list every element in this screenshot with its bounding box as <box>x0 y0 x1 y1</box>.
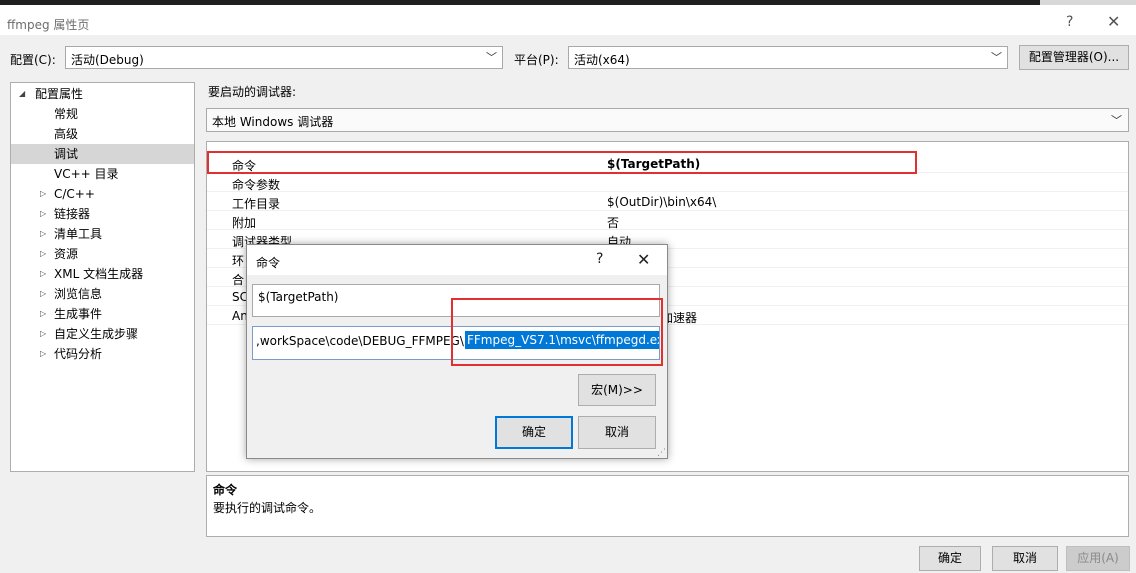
config-dropdown[interactable]: 活动(Debug) ﹀ <box>65 46 503 69</box>
tree-item-general[interactable]: 常规 <box>11 104 194 124</box>
expand-icon[interactable]: ▷ <box>40 184 46 204</box>
expand-icon[interactable]: ▷ <box>40 324 46 344</box>
highlight-box-command <box>207 151 917 174</box>
expand-icon[interactable]: ▷ <box>40 304 46 324</box>
tree-item-label: 常规 <box>54 107 79 121</box>
prop-row-command-args[interactable]: 命令参数 <box>207 173 1128 192</box>
chevron-down-icon: ﹀ <box>486 51 497 64</box>
expand-icon[interactable]: ▷ <box>40 224 46 244</box>
description-title: 命令 <box>213 483 238 497</box>
platform-dropdown[interactable]: 活动(x64) ﹀ <box>568 46 1008 69</box>
prop-name: 合 <box>232 273 245 287</box>
prop-value[interactable]: 否 <box>607 214 619 231</box>
tree-item-manifest[interactable]: ▷ 清单工具 <box>11 224 194 244</box>
tree-item-config-props[interactable]: ◢ 配置属性 <box>11 84 194 104</box>
debugger-label: 要启动的调试器: <box>208 85 297 99</box>
tree-item-label: XML 文档生成器 <box>54 267 144 281</box>
tree-item-advanced[interactable]: 高级 <box>11 124 194 144</box>
prop-name: 命令参数 <box>232 178 281 192</box>
tree-item-debugging[interactable]: 调试 <box>11 144 194 164</box>
prop-row-working-dir[interactable]: 工作目录 $(OutDir)\bin\x64\ <box>207 192 1128 211</box>
cancel-button[interactable]: 取消 <box>992 546 1058 571</box>
tree-item-label: 自定义生成步骤 <box>54 327 139 341</box>
chevron-down-icon: ﹀ <box>1111 114 1122 127</box>
tree-item-label: 高级 <box>54 127 79 141</box>
help-icon[interactable]: ? <box>1066 14 1073 30</box>
tree-item-vc-dirs[interactable]: VC++ 目录 <box>11 164 194 184</box>
window-title: ffmpeg 属性页 <box>7 18 90 32</box>
tree-item-label: 调试 <box>54 147 79 161</box>
tree-item-custom-build[interactable]: ▷ 自定义生成步骤 <box>11 324 194 344</box>
dialog-title-bar: 命令 ? ✕ <box>247 245 667 275</box>
tree-item-label: 链接器 <box>54 207 91 221</box>
dialog-cancel-button[interactable]: 取消 <box>578 416 656 449</box>
tree-item-linker[interactable]: ▷ 链接器 <box>11 204 194 224</box>
prop-value[interactable]: $(OutDir)\bin\x64\ <box>607 195 716 209</box>
ok-button[interactable]: 确定 <box>919 546 981 571</box>
tree-item-code-analysis[interactable]: ▷ 代码分析 <box>11 344 194 364</box>
tree-item-label: C/C++ <box>54 187 95 201</box>
prop-name: 环 <box>232 254 245 268</box>
prop-row-attach[interactable]: 附加 否 <box>207 211 1128 230</box>
highlight-box-evaluated <box>451 298 663 366</box>
tree-item-label: 浏览信息 <box>54 287 103 301</box>
description-panel: 命令 要执行的调试命令。 <box>206 475 1129 537</box>
expand-icon[interactable]: ▷ <box>40 264 46 284</box>
tree-item-label: VC++ 目录 <box>54 167 119 181</box>
prop-name: 工作目录 <box>232 197 281 211</box>
config-label: 配置(C): <box>10 53 56 67</box>
property-tree: ◢ 配置属性 常规 高级 调试 VC++ 目录 ▷ C/C++ ▷ 链接器 ▷ … <box>10 82 195 472</box>
debugger-value: 本地 Windows 调试器 <box>212 115 334 129</box>
config-manager-button[interactable]: 配置管理器(O)... <box>1019 45 1129 70</box>
apply-button[interactable]: 应用(A) <box>1066 546 1130 571</box>
chevron-down-icon: ﹀ <box>991 51 1002 64</box>
tree-item-xml-doc[interactable]: ▷ XML 文档生成器 <box>11 264 194 284</box>
close-icon[interactable]: ✕ <box>1107 12 1120 31</box>
dialog-title: 命令 <box>256 256 281 270</box>
debugger-dropdown[interactable]: 本地 Windows 调试器 ﹀ <box>206 108 1129 132</box>
title-bar: ffmpeg 属性页 ? ✕ <box>0 5 1136 35</box>
tree-item-build-events[interactable]: ▷ 生成事件 <box>11 304 194 324</box>
tree-item-browse-info[interactable]: ▷ 浏览信息 <box>11 284 194 304</box>
tree-item-label: 生成事件 <box>54 307 103 321</box>
resize-grip-icon[interactable]: ⋰ <box>657 448 667 458</box>
platform-value: 活动(x64) <box>574 53 630 67</box>
tree-item-label: 配置属性 <box>35 87 84 101</box>
help-icon[interactable]: ? <box>596 251 603 267</box>
expand-icon[interactable]: ◢ <box>19 84 25 104</box>
macro-button[interactable]: 宏(M)>> <box>578 374 656 406</box>
tree-item-label: 清单工具 <box>54 227 103 241</box>
tree-item-label: 资源 <box>54 247 79 261</box>
tree-item-label: 代码分析 <box>54 347 103 361</box>
dialog-ok-button[interactable]: 确定 <box>495 416 573 449</box>
config-value: 活动(Debug) <box>71 53 144 67</box>
platform-label: 平台(P): <box>514 53 559 67</box>
tree-item-cpp[interactable]: ▷ C/C++ <box>11 184 194 204</box>
expand-icon[interactable]: ▷ <box>40 284 46 304</box>
tree-item-resources[interactable]: ▷ 资源 <box>11 244 194 264</box>
description-text: 要执行的调试命令。 <box>213 501 322 515</box>
expand-icon[interactable]: ▷ <box>40 344 46 364</box>
close-icon[interactable]: ✕ <box>637 250 650 269</box>
evaluated-prefix: ,workSpace\code\DEBUG_FFMPEG\ <box>256 334 464 348</box>
prop-name: 附加 <box>232 216 257 230</box>
expand-icon[interactable]: ▷ <box>40 204 46 224</box>
expand-icon[interactable]: ▷ <box>40 244 46 264</box>
